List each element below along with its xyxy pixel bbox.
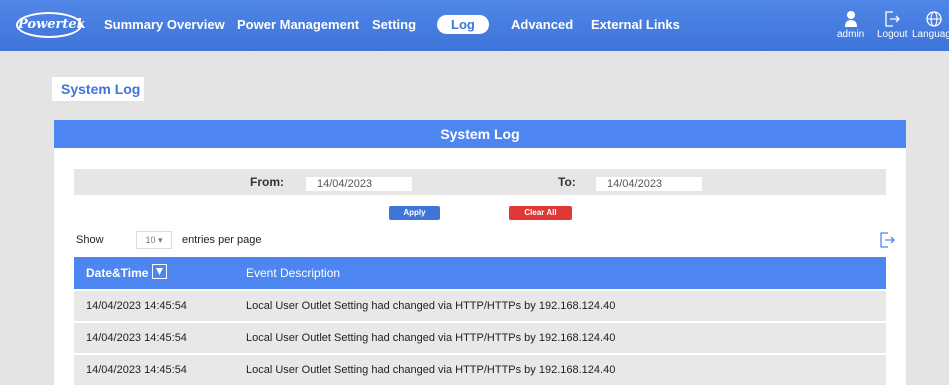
apply-button[interactable]: Apply: [389, 206, 440, 220]
row-description: Local User Outlet Setting had changed vi…: [246, 332, 616, 344]
language-label: Language: [912, 29, 949, 40]
globe-icon: [926, 11, 942, 27]
user-icon: [844, 11, 857, 27]
table-row: 14/04/2023 14:45:54 Local User Outlet Se…: [74, 291, 886, 321]
brand-logo[interactable]: Powertek: [16, 12, 86, 38]
row-description: Local User Outlet Setting had changed vi…: [246, 300, 616, 312]
logout-icon: [885, 11, 901, 27]
logout-label: Logout: [877, 29, 908, 40]
entries-value: 10: [145, 235, 156, 245]
from-label: From:: [250, 175, 284, 189]
nav-setting[interactable]: Setting: [372, 17, 416, 32]
entries-control: Show 10 ▾ entries per page: [76, 231, 262, 249]
nav-advanced[interactable]: Advanced: [511, 17, 573, 32]
row-description: Local User Outlet Setting had changed vi…: [246, 364, 616, 376]
sort-down-icon: [156, 268, 163, 275]
entries-suffix-label: entries per page: [182, 234, 262, 246]
row-datetime: 14/04/2023 14:45:54: [86, 300, 187, 312]
column-header-event: Event Description: [246, 266, 341, 280]
user-name: admin: [837, 29, 865, 40]
date-filter-bar: From: 14/04/2023 To: 14/04/2023: [74, 169, 886, 195]
to-date-input[interactable]: 14/04/2023: [596, 177, 702, 191]
clear-all-button[interactable]: Clear All: [509, 206, 572, 220]
chevron-down-icon: ▾: [158, 235, 163, 245]
top-navbar: Powertek Summary Overview Power Manageme…: [0, 0, 949, 51]
sort-button[interactable]: [152, 264, 167, 279]
nav-external-links[interactable]: External Links: [591, 17, 680, 32]
table-row: 14/04/2023 14:45:54 Local User Outlet Se…: [74, 355, 886, 385]
logout-button[interactable]: Logout: [877, 10, 908, 40]
nav-power-management[interactable]: Power Management: [237, 17, 359, 32]
table-row: 14/04/2023 14:45:54 Local User Outlet Se…: [74, 323, 886, 353]
entries-per-page-select[interactable]: 10 ▾: [136, 231, 172, 249]
column-header-datetime[interactable]: Date&Time: [86, 266, 148, 280]
show-label: Show: [76, 234, 104, 246]
user-menu[interactable]: admin: [837, 10, 864, 40]
from-date-input[interactable]: 14/04/2023: [306, 177, 412, 191]
nav-log[interactable]: Log: [437, 15, 489, 34]
table-header: Date&Time Event Description: [74, 257, 886, 289]
to-label: To:: [558, 175, 576, 189]
nav-summary-overview[interactable]: Summary Overview: [104, 17, 225, 32]
panel-header: System Log: [54, 120, 906, 148]
language-button[interactable]: Language: [912, 10, 949, 40]
export-icon[interactable]: [878, 231, 896, 249]
system-log-panel: System Log From: 14/04/2023 To: 14/04/20…: [54, 120, 906, 385]
row-datetime: 14/04/2023 14:45:54: [86, 364, 187, 376]
page-title: System Log: [52, 77, 144, 101]
row-datetime: 14/04/2023 14:45:54: [86, 332, 187, 344]
